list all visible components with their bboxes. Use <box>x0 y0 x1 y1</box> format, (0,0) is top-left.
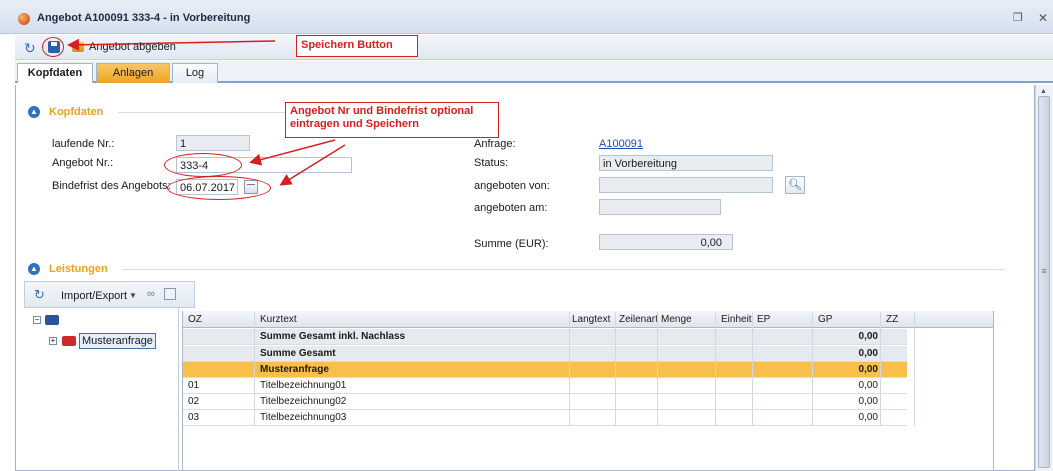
annotation-arrows <box>67 38 346 186</box>
annotation-arrow-save <box>67 38 276 51</box>
